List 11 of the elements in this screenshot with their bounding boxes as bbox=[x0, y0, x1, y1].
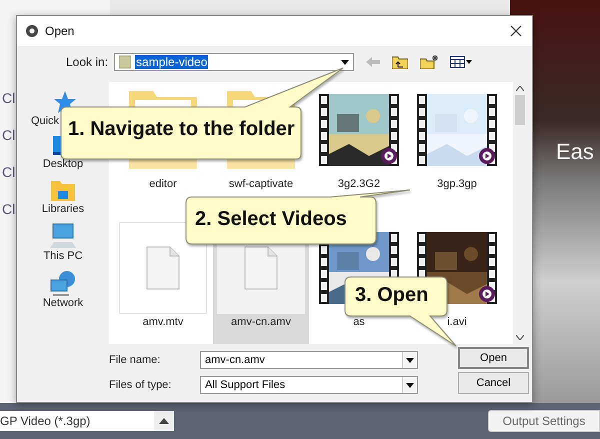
banner-text: Eas bbox=[556, 139, 594, 166]
side-label: Cl bbox=[1, 90, 16, 106]
window-title: Open bbox=[45, 24, 74, 38]
file-name-label: File name: bbox=[109, 354, 162, 366]
look-in-label: Look in: bbox=[66, 55, 108, 69]
file-type-label: Files of type: bbox=[109, 379, 172, 391]
side-label: Cl bbox=[1, 164, 16, 180]
callout-text: 1. Navigate to the folder bbox=[68, 118, 295, 141]
side-label: Cl bbox=[1, 127, 16, 143]
side-label: Cl bbox=[1, 201, 16, 217]
callout-text: 3. Open bbox=[355, 284, 428, 307]
